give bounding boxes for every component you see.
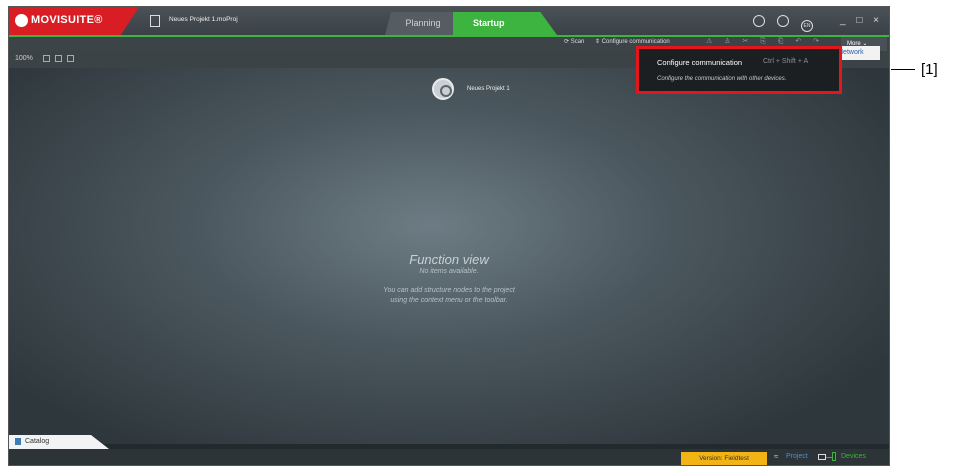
devices-status-link[interactable]: Devices <box>841 453 866 460</box>
language-icon[interactable]: EN <box>801 20 813 32</box>
tooltip-description: Configure the communication with other d… <box>657 76 787 82</box>
configure-label: Configure communication <box>601 39 670 45</box>
toolbar-icons[interactable]: ⚠ ♙ ✂ ⎘ ⎗ ↶ ↷ <box>706 37 824 46</box>
movisuite-logo: MOVISUITE® <box>9 7 139 35</box>
function-view-canvas[interactable]: Neues Projekt 1 Function view No items a… <box>9 68 889 444</box>
callout-line <box>891 69 915 70</box>
function-view-hint-line1: You can add structure nodes to the proje… <box>383 287 515 294</box>
catalog-label: Catalog <box>25 438 50 445</box>
tab-startup[interactable]: Startup <box>453 12 557 35</box>
movisuite-logo-icon <box>15 14 28 27</box>
scan-button[interactable]: ⟳ Scan <box>564 38 584 45</box>
function-view-subtitle: No items available. <box>419 268 479 275</box>
project-file-icon[interactable] <box>150 15 160 27</box>
zoom-level[interactable]: 100% <box>15 55 33 62</box>
project-node-label[interactable]: Neues Projekt 1 <box>467 86 510 92</box>
callout-label: [1] <box>921 61 938 78</box>
configure-communication-tooltip: Configure communication Ctrl + Shift + A… <box>636 46 842 94</box>
project-status-link[interactable]: Project <box>786 453 808 460</box>
function-view-title: Function view <box>409 252 489 267</box>
tooltip-shortcut: Ctrl + Shift + A <box>763 58 809 65</box>
network-device-icon <box>818 454 826 460</box>
window-controls[interactable]: _ □ × <box>840 15 883 26</box>
status-bar: Version: Fieldtest ≈ Project Devices <box>9 449 889 465</box>
mail-icon[interactable] <box>753 15 765 27</box>
configure-communication-button[interactable]: ⇕ Configure communication <box>595 38 670 45</box>
chevron-up-icon[interactable]: ≈ <box>774 452 778 461</box>
device-icon <box>832 452 836 461</box>
tab-planning[interactable]: Planning <box>385 12 461 35</box>
fit-view-icon[interactable] <box>43 55 50 62</box>
function-view-hint-line2: using the context menu or the toolbar. <box>390 297 508 304</box>
search-icon[interactable] <box>777 15 789 27</box>
catalog-icon <box>15 438 21 445</box>
node-inner-icon <box>440 85 452 97</box>
collapse-icon[interactable] <box>55 55 62 62</box>
version-badge: Version: Fieldtest <box>681 452 767 465</box>
project-file-name: Neues Projekt 1.moProj <box>169 16 238 23</box>
expand-icon[interactable] <box>67 55 74 62</box>
scan-label: Scan <box>570 39 585 45</box>
tooltip-body: Configure communication Ctrl + Shift + A… <box>639 49 839 91</box>
header-icons: EN <box>753 14 825 32</box>
project-node-icon[interactable] <box>432 78 454 100</box>
logo-text: MOVISUITE® <box>31 14 103 26</box>
title-bar: MOVISUITE® Neues Projekt 1.moProj Planni… <box>9 7 889 35</box>
tooltip-title: Configure communication <box>657 58 743 67</box>
